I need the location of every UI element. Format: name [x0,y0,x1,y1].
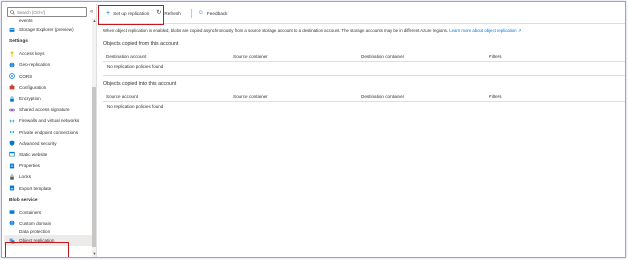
settings-section-header: Settings [9,39,28,45]
sidebar-search[interactable] [7,7,87,17]
template-icon [9,185,15,191]
sidebar-item-locks[interactable]: Locks [4,171,92,182]
info-description: When object replication is enabled, blob… [103,28,625,34]
sidebar-item-label: Geo-replication [19,62,51,68]
chevrons-left-icon[interactable]: « [90,9,93,15]
sidebar-item-geo-replication[interactable]: Geo-replication [4,59,92,70]
sidebar-item-access-keys[interactable]: Access keys [4,48,92,59]
lock-icon [10,96,14,102]
sidebar-item-properties[interactable]: Properties [4,160,92,171]
sidebar-item-label: Advanced security [19,140,57,146]
main-content: + Set up replication ↻ Refresh ☺ Feedbac… [98,4,625,257]
shield-icon [9,140,15,146]
table-header: Source account Source container Destinat… [103,91,625,102]
container-icon [9,210,15,215]
column-header[interactable]: Filters [489,94,502,99]
feedback-button[interactable]: ☺ Feedback [198,8,228,20]
globe-icon [9,220,15,226]
column-header[interactable]: Destination account [106,54,146,59]
info-text: When object replication is enabled, blob… [103,28,448,33]
key-icon [10,51,14,57]
sidebar-item-firewalls[interactable]: Firewalls and virtual networks [4,115,92,126]
feedback-label: Feedback [206,11,228,16]
sidebar-item-storage-explorer[interactable]: Storage Explorer (preview) [4,24,92,35]
window-frame: « events Storage Explorer (preview) Sett… [1,1,626,258]
toolbar-divider [190,9,192,18]
network-icon [9,119,15,123]
properties-icon [9,163,15,169]
sidebar-item-label: Shared access signature [19,107,70,113]
lock-icon [10,174,14,180]
sidebar-item-label: Storage Explorer (preview) [19,27,74,33]
command-bar: + Set up replication ↻ Refresh ☺ Feedbac… [98,4,625,24]
sidebar-item-label: Static website [19,151,48,157]
sidebar-item-label: Configuration [19,84,47,90]
search-icon [10,9,15,15]
sidebar-item-private-endpoints[interactable]: Private endpoint connections [4,127,92,138]
empty-message: No replication policies found [107,104,164,109]
sidebar-item-export-template[interactable]: Export template [4,182,92,193]
copied-from-table: Destination account Source container Des… [103,51,625,72]
sidebar-item-label: events [19,18,33,23]
sidebar-item-containers[interactable]: Containers [4,207,92,218]
sidebar-item-label: Firewalls and virtual networks [19,118,80,124]
sidebar: « events Storage Explorer (preview) Sett… [4,4,97,257]
sidebar-item-label: Locks [19,174,32,180]
link-icon [9,108,15,111]
table-row: No replication policies found [103,102,625,112]
column-header[interactable]: Source container [233,54,268,59]
sidebar-item-label: Private endpoint connections [19,129,78,135]
column-header[interactable]: Destination container [361,54,404,59]
sidebar-item-label: Data protection [19,229,51,234]
scroll-up-arrow-icon[interactable]: ▲ [92,18,96,24]
table-row: No replication policies found [103,62,625,72]
feedback-smiley-icon: ☺ [197,10,204,16]
sidebar-nav: events Storage Explorer (preview) Settin… [4,18,92,247]
column-header[interactable]: Destination container [361,94,404,99]
column-header[interactable]: Source container [233,94,268,99]
sidebar-item-cors[interactable]: CORS [4,71,92,82]
sidebar-item-encryption[interactable]: Encryption [4,93,92,104]
sidebar-item-label: Custom domain [19,220,52,226]
endpoint-icon [9,130,15,134]
external-link-icon: ↗ [517,28,522,33]
table-header: Destination account Source container Des… [103,51,625,62]
column-header[interactable]: Filters [489,54,502,59]
sidebar-item-shared-access-signature[interactable]: Shared access signature [4,104,92,115]
learn-more-link[interactable]: Learn more about object replication ↗ [449,28,521,33]
sidebar-scroll-thumb[interactable] [92,87,96,247]
sidebar-item-label: Export template [19,185,52,191]
storage-explorer-icon [9,27,15,32]
website-icon [9,152,15,157]
sidebar-item-advanced-security[interactable]: Advanced security [4,138,92,149]
copied-into-title: Objects copied into this account [103,81,177,87]
section-divider [103,75,625,76]
highlight-box-object-replication [5,242,69,257]
learn-more-link-label: Learn more about object replication [449,28,517,33]
copied-into-table: Source account Source container Destinat… [103,91,625,112]
sidebar-item-static-website[interactable]: Static website [4,149,92,160]
empty-message: No replication policies found [107,64,164,69]
sidebar-item-label: Encryption [19,96,41,102]
highlight-box-toolbar [98,5,164,25]
sidebar-item-label: CORS [19,73,33,79]
refresh-label: Refresh [164,11,181,16]
sidebar-item-label: Access keys [19,51,45,57]
sidebar-item-configuration[interactable]: Configuration [4,82,92,93]
cors-icon [9,73,15,79]
briefcase-icon [9,85,15,90]
copied-from-title: Objects copied from this account [103,41,179,47]
search-input[interactable] [17,8,85,16]
column-header[interactable]: Source account [106,94,138,99]
sidebar-item-custom-domain[interactable]: Custom domain [4,218,92,229]
sidebar-item-label: Containers [19,209,42,215]
globe-icon [9,62,15,68]
scroll-down-arrow-icon[interactable]: ▼ [92,251,96,257]
blob-service-section-header: Blob service [9,197,38,203]
sidebar-item-label: Properties [19,163,40,169]
